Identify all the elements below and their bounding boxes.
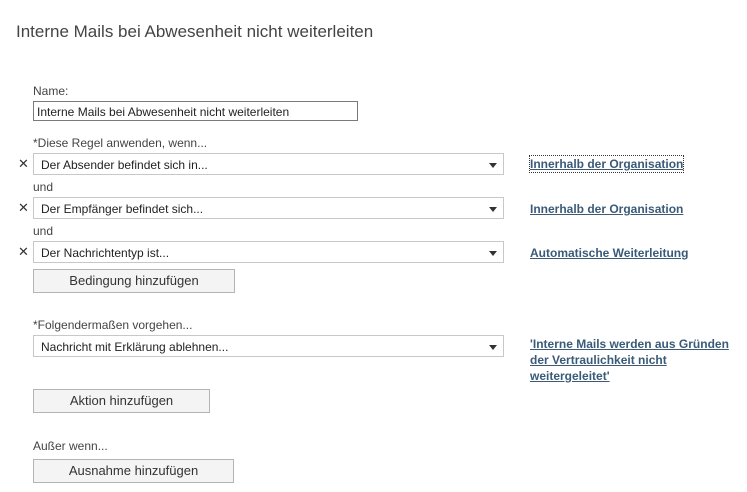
add-action-button[interactable]: Aktion hinzufügen (33, 389, 210, 413)
exceptions-label: Außer wenn... (33, 439, 108, 453)
remove-condition-1-icon[interactable]: ✕ (18, 157, 29, 170)
add-condition-button[interactable]: Bedingung hinzufügen (33, 269, 235, 293)
chevron-down-icon (489, 251, 497, 256)
condition-3-select[interactable]: Der Nachrichtentyp ist... (33, 241, 504, 263)
remove-condition-3-icon[interactable]: ✕ (18, 245, 29, 258)
remove-condition-2-icon[interactable]: ✕ (18, 201, 29, 214)
action-select[interactable]: Nachricht mit Erklärung ablehnen... (33, 335, 504, 357)
condition-2-select-value: Der Empfänger befindet sich... (41, 202, 204, 216)
name-input[interactable]: Interne Mails bei Abwesenheit nicht weit… (33, 101, 358, 121)
action-select-value: Nachricht mit Erklärung ablehnen... (41, 340, 229, 354)
add-exception-button[interactable]: Ausnahme hinzufügen (33, 459, 234, 483)
action-message-link[interactable]: 'Interne Mails werden aus Gründen der Ve… (530, 336, 730, 384)
chevron-down-icon (489, 163, 497, 168)
condition-2-select[interactable]: Der Empfänger befindet sich... (33, 197, 504, 219)
condition-1-link[interactable]: Innerhalb der Organisation (528, 155, 685, 173)
condition-3-select-value: Der Nachrichtentyp ist... (41, 246, 170, 260)
actions-label: *Folgendermaßen vorgehen... (33, 318, 193, 332)
condition-1-select-value: Der Absender befindet sich in... (41, 158, 208, 172)
connector-and-2: und (33, 224, 54, 238)
chevron-down-icon (489, 345, 497, 350)
name-label: Name: (33, 84, 69, 98)
condition-2-link[interactable]: Innerhalb der Organisation (530, 201, 683, 217)
chevron-down-icon (489, 207, 497, 212)
condition-3-link[interactable]: Automatische Weiterleitung (530, 245, 688, 261)
connector-and-1: und (33, 180, 54, 194)
conditions-label: *Diese Regel anwenden, wenn... (33, 136, 208, 150)
page-title: Interne Mails bei Abwesenheit nicht weit… (16, 22, 374, 41)
condition-1-select[interactable]: Der Absender befindet sich in... (33, 153, 504, 175)
